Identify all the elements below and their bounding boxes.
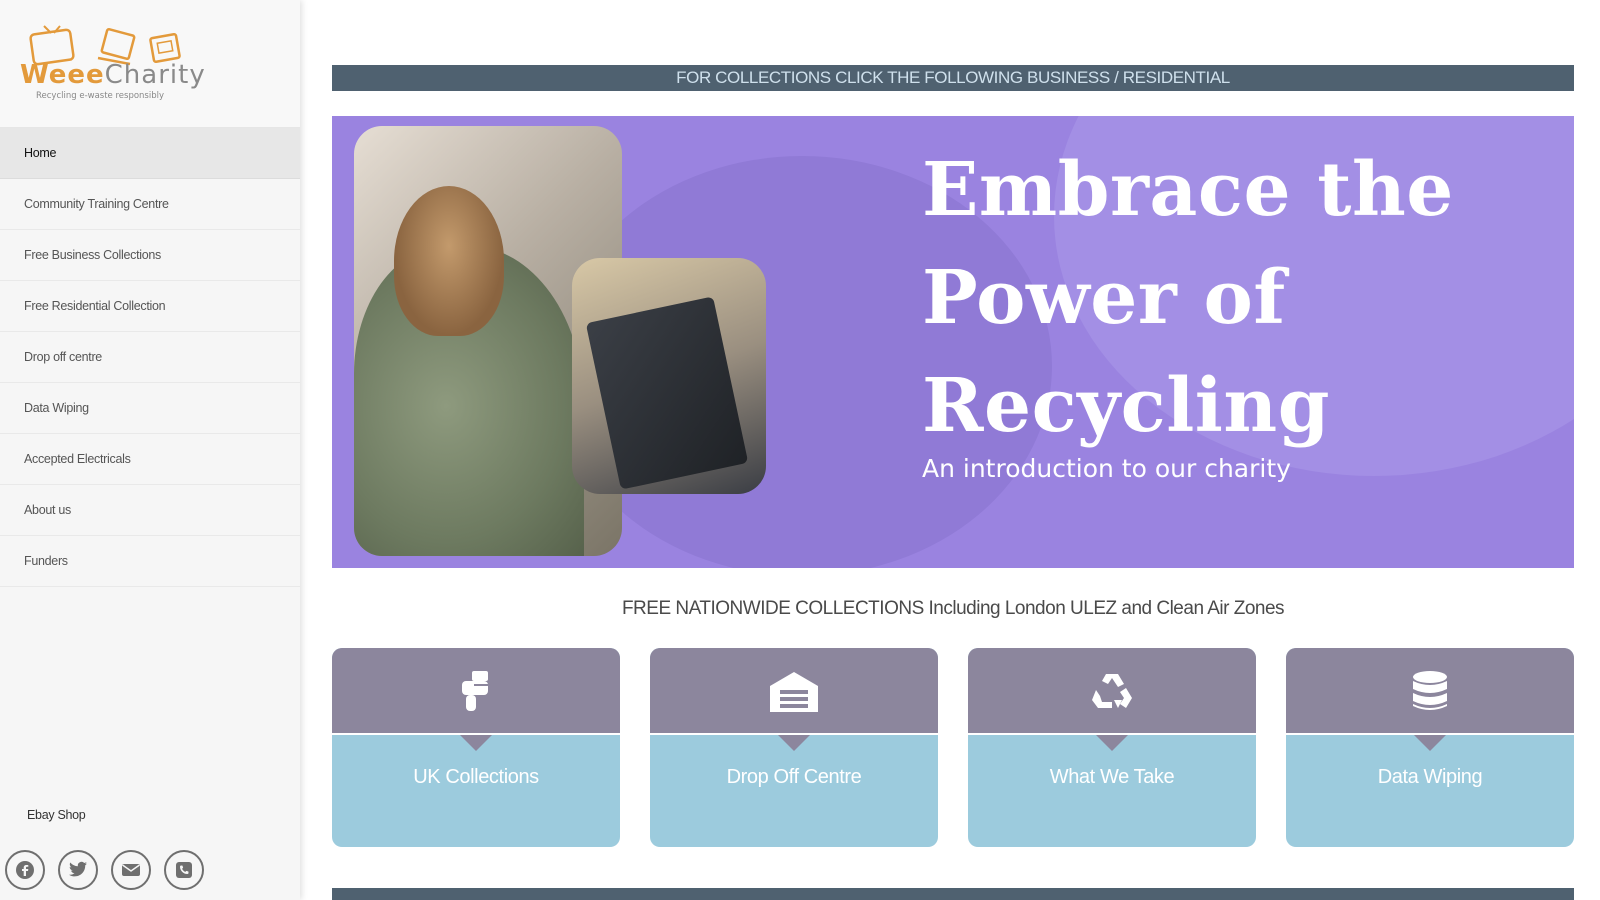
photo-person-hair bbox=[394, 186, 504, 336]
recycle-icon bbox=[1092, 673, 1132, 708]
card-label: What We Take bbox=[1049, 766, 1175, 788]
card-label: Data Wiping bbox=[1377, 766, 1483, 788]
nav-item-community-training-centre[interactable]: Community Training Centre bbox=[0, 179, 300, 230]
logo-tagline: Recycling e-waste responsibly bbox=[36, 91, 165, 101]
card-uk-collections[interactable]: UK Collections bbox=[332, 648, 620, 847]
nav-item-data-wiping[interactable]: Data Wiping bbox=[0, 383, 300, 434]
card-header bbox=[650, 648, 938, 733]
facebook-icon[interactable] bbox=[5, 850, 45, 890]
email-icon[interactable] bbox=[111, 850, 151, 890]
free-collections-heading: FREE NATIONWIDE COLLECTIONS Including Lo… bbox=[621, 598, 1285, 619]
card-header bbox=[332, 648, 620, 733]
hero-banner[interactable]: Embrace the Power of Recycling An introd… bbox=[332, 116, 1574, 568]
hero-heading: Embrace the Power of Recycling bbox=[922, 147, 1454, 449]
main-nav: Home Community Training Centre Free Busi… bbox=[0, 128, 300, 587]
card-header bbox=[1286, 648, 1574, 733]
card-separator bbox=[968, 733, 1256, 735]
photo-computer bbox=[585, 296, 749, 490]
card-separator bbox=[332, 733, 620, 735]
card-label: Drop Off Centre bbox=[726, 766, 862, 788]
card-header bbox=[968, 648, 1256, 733]
database-icon bbox=[1413, 670, 1447, 710]
card-drop-off-centre[interactable]: Drop Off Centre bbox=[650, 648, 938, 847]
logo[interactable]: WeeeCharity Recycling e-waste responsibl… bbox=[0, 0, 300, 128]
card-separator bbox=[1286, 733, 1574, 735]
nav-item-accepted-electricals[interactable]: Accepted Electricals bbox=[0, 434, 300, 485]
service-cards: UK Collections Drop Off Centre What We T… bbox=[332, 648, 1574, 847]
nav-item-about-us[interactable]: About us bbox=[0, 485, 300, 536]
card-what-we-take[interactable]: What We Take bbox=[968, 648, 1256, 847]
twitter-icon[interactable] bbox=[58, 850, 98, 890]
logo-wordmark: WeeeCharity bbox=[20, 60, 206, 90]
warehouse-icon bbox=[770, 671, 818, 712]
nav-item-drop-off-centre[interactable]: Drop off centre bbox=[0, 332, 300, 383]
hero-subtitle: An introduction to our charity bbox=[922, 454, 1291, 483]
footer-banner bbox=[332, 888, 1574, 900]
card-label: UK Collections bbox=[413, 766, 539, 788]
nav-item-free-residential-collection[interactable]: Free Residential Collection bbox=[0, 281, 300, 332]
social-links bbox=[5, 850, 204, 890]
sidebar: WeeeCharity Recycling e-waste responsibl… bbox=[0, 0, 300, 900]
card-data-wiping[interactable]: Data Wiping bbox=[1286, 648, 1574, 847]
nav-item-funders[interactable]: Funders bbox=[0, 536, 300, 587]
nav-item-free-business-collections[interactable]: Free Business Collections bbox=[0, 230, 300, 281]
nav-item-home[interactable]: Home bbox=[0, 128, 300, 179]
hero-photo-inset bbox=[572, 258, 766, 494]
ebay-shop-link[interactable]: Ebay Shop bbox=[27, 808, 86, 822]
collections-banner-link[interactable]: FOR COLLECTIONS CLICK THE FOLLOWING BUSI… bbox=[332, 65, 1574, 91]
hand-pointing-icon bbox=[462, 670, 488, 711]
phone-icon[interactable] bbox=[164, 850, 204, 890]
card-separator bbox=[650, 733, 938, 735]
